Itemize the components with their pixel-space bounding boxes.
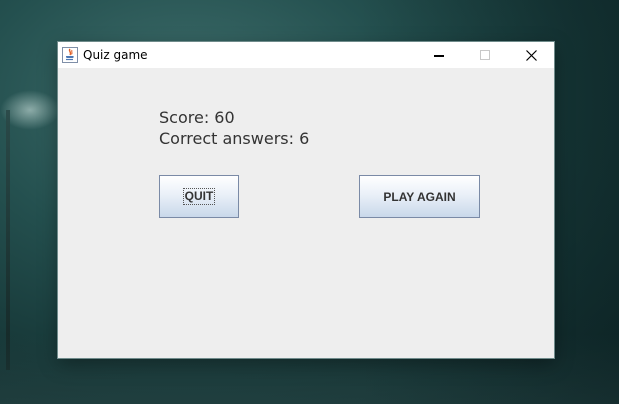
- title-bar[interactable]: Quiz game: [58, 42, 554, 68]
- wallpaper-lamp-pole: [6, 110, 10, 370]
- correct-answers-label: Correct answers: 6: [159, 129, 310, 148]
- maximize-icon: [480, 50, 490, 60]
- play-again-button[interactable]: PLAY AGAIN: [359, 175, 480, 218]
- maximize-button[interactable]: [462, 42, 508, 68]
- desktop-wallpaper: Quiz game Score: 60 Correct answers: 6 Q…: [0, 0, 619, 404]
- window-title: Quiz game: [83, 48, 148, 62]
- quiz-game-window: Quiz game Score: 60 Correct answers: 6 Q…: [58, 42, 554, 358]
- score-label: Score: 60: [159, 108, 235, 127]
- window-controls: [416, 42, 554, 68]
- results-panel: Score: 60 Correct answers: 6 QUIT PLAY A…: [58, 68, 554, 358]
- minimize-button[interactable]: [416, 42, 462, 68]
- quit-button[interactable]: QUIT: [159, 175, 239, 218]
- minimize-icon: [434, 50, 444, 60]
- java-icon: [62, 47, 78, 63]
- play-again-button-label: PLAY AGAIN: [383, 189, 456, 204]
- close-icon: [525, 49, 537, 61]
- quit-button-label: QUIT: [182, 188, 216, 205]
- close-button[interactable]: [508, 42, 554, 68]
